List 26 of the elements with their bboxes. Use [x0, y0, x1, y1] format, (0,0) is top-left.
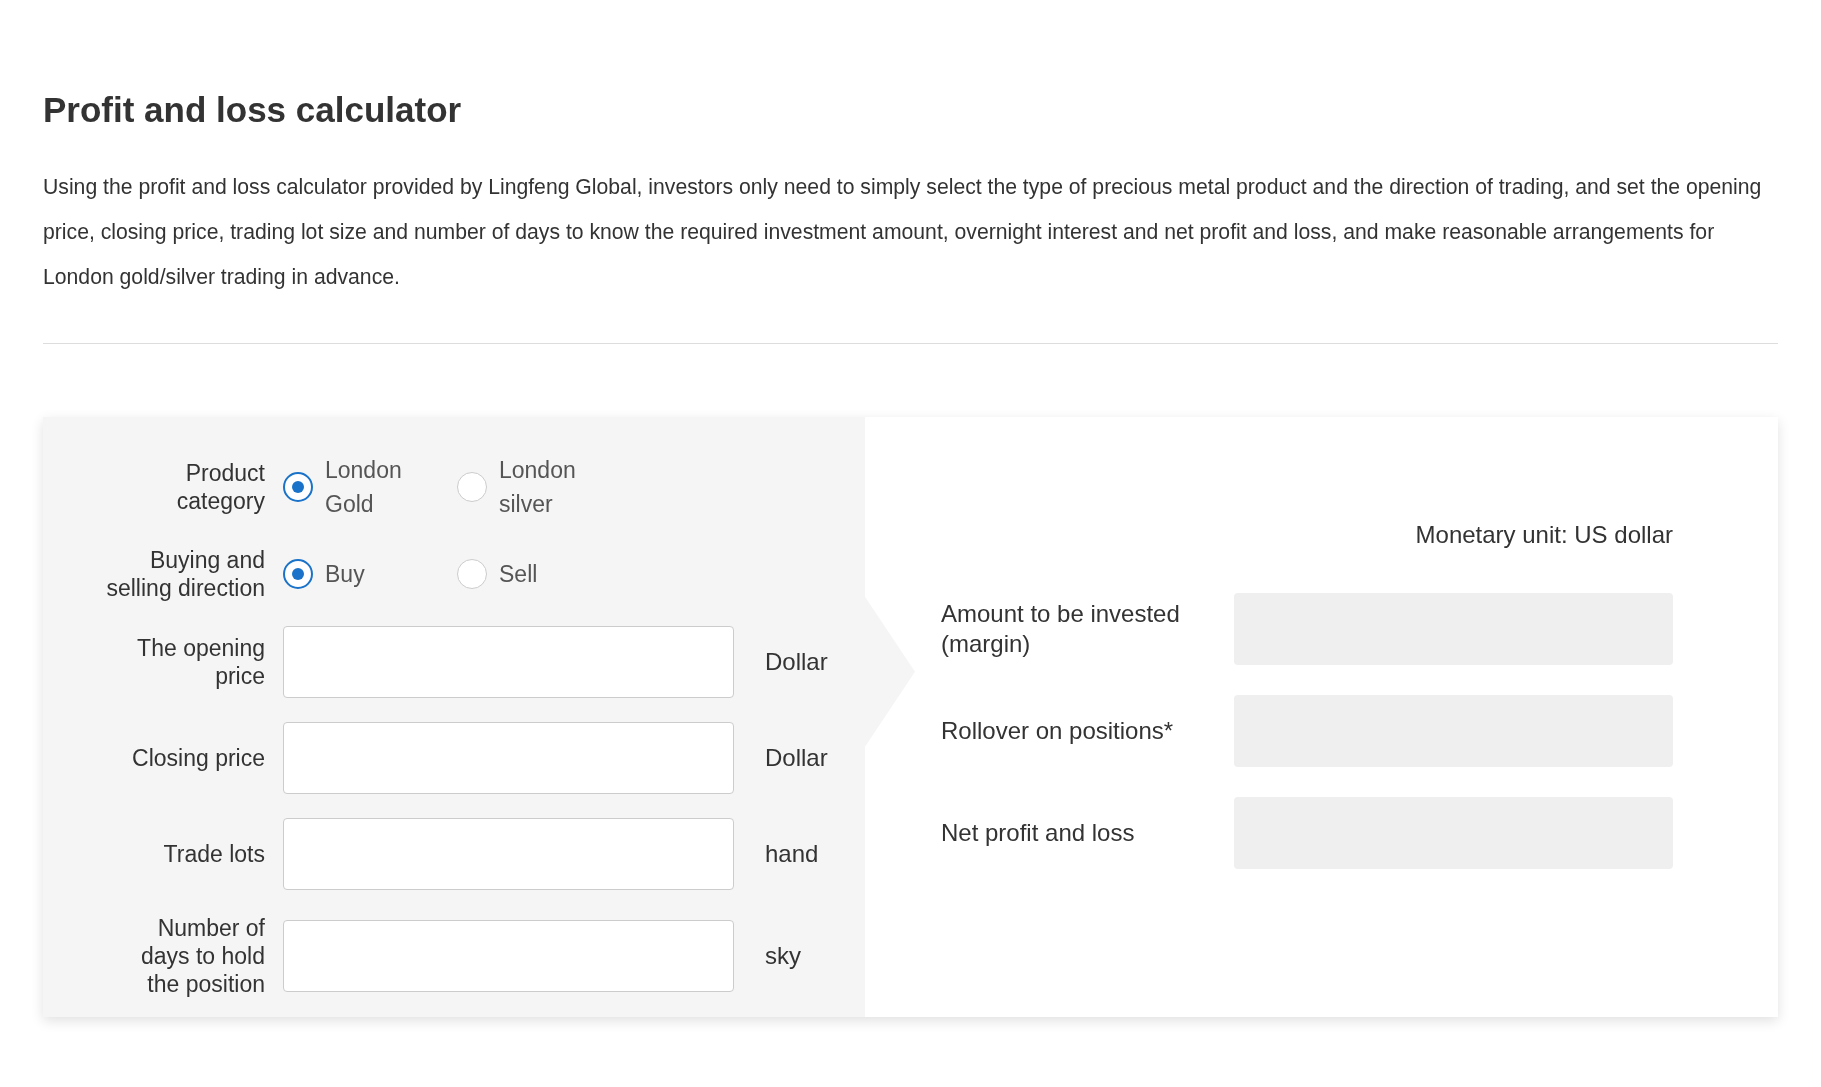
intro-paragraph: Using the profit and loss calculator provided by Lingfeng Global, investors only need to simply select the type of precious metal product and the direction of trading, and set the opening price, closing price, trading lot size and number of days to know the required investment amount, overnight interest and net profit and loss, and make reasonable arrangements for London gold/silver trading in advance. [43, 173, 1763, 291]
field-label: Trade lots [162, 839, 266, 868]
unit-label: hand [765, 838, 819, 869]
field-label: Buying and selling direction [105, 545, 266, 602]
radio-option[interactable]: Buy [283, 556, 423, 591]
input-field[interactable] [283, 625, 734, 698]
radio-button[interactable] [283, 472, 313, 503]
field-label: Closing price [131, 743, 266, 772]
unit-label: sky [765, 940, 801, 971]
input-field[interactable] [283, 919, 734, 992]
radio-option[interactable]: London silver [457, 452, 597, 522]
unit-label: Dollar [765, 742, 828, 773]
page-title: Profit and loss calculator [43, 89, 463, 131]
unit-label: Dollar [765, 646, 828, 677]
input-field[interactable] [283, 817, 734, 890]
result-label: Rollover on positions* [941, 715, 1175, 746]
radio-option[interactable]: London Gold [283, 452, 423, 522]
radio-option[interactable]: Sell [457, 556, 597, 591]
result-label: Amount to be invested (margin) [941, 598, 1181, 659]
result-label: Net profit and loss [941, 817, 1136, 848]
radio-button[interactable] [283, 558, 313, 589]
field-label: The opening price [136, 633, 266, 690]
field-label: Product category [175, 459, 266, 516]
currency-note: Monetary unit: US dollar [1415, 519, 1673, 550]
input-field[interactable] [283, 721, 734, 794]
field-label: Number of days to hold the position [139, 913, 266, 998]
